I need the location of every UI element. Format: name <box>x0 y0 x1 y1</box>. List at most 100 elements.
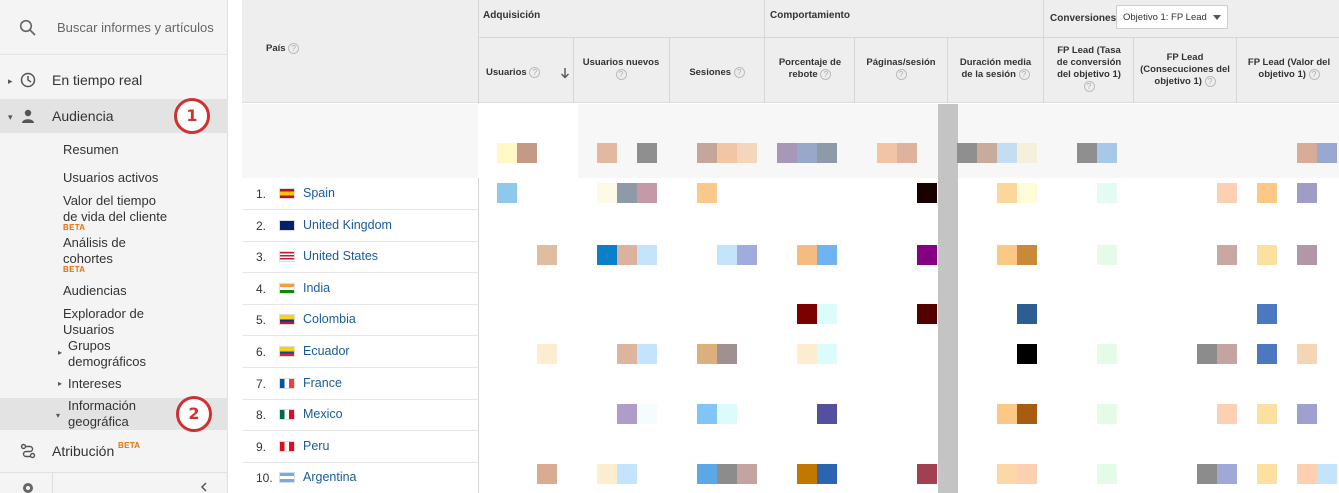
col-rebote[interactable]: Porcentaje de rebote ? <box>767 57 853 81</box>
redacted-cell <box>1297 404 1317 424</box>
col-paginas[interactable]: Páginas/sesión ? <box>856 57 946 81</box>
search-input[interactable]: Buscar informes y artículos <box>57 20 214 35</box>
sidebar-item-cohortes-line1[interactable]: Análisis de <box>63 235 126 251</box>
group-adquisicion: Adquisición <box>483 10 541 21</box>
row-number: 6. <box>256 345 267 359</box>
country-link[interactable]: France <box>303 376 342 390</box>
nav-audience-label: Audiencia <box>52 108 114 124</box>
help-icon[interactable]: ? <box>1018 69 1030 80</box>
redacted-cell <box>1257 304 1277 324</box>
col-tasa[interactable]: FP Lead (Tasa de conversión del objetivo… <box>1046 45 1132 93</box>
country-link[interactable]: United States <box>303 249 378 263</box>
goal-select[interactable]: Objetivo 1: FP Lead <box>1116 5 1228 29</box>
flag-icon <box>279 377 295 389</box>
col-duracion-label-1: Duración media <box>959 57 1032 68</box>
group-comportamiento: Comportamiento <box>770 10 850 21</box>
redacted-cell <box>597 183 617 203</box>
country-link[interactable]: Colombia <box>303 312 356 326</box>
expand-arrow-icon[interactable]: ▸ <box>58 379 62 388</box>
redacted-cell <box>637 245 657 265</box>
col-consec-label-2: (Consecuciones del <box>1140 64 1230 75</box>
help-icon[interactable]: ? <box>1308 69 1320 80</box>
redacted-cell <box>637 183 657 203</box>
col-paginas-label: Páginas/sesión <box>866 57 936 68</box>
redacted-cell <box>957 143 977 163</box>
redacted-cell <box>1217 245 1237 265</box>
nav-realtime[interactable]: ▸ En tiempo real <box>0 63 228 97</box>
row-number: 7. <box>256 376 267 391</box>
redacted-cell <box>997 464 1017 484</box>
chevron-down-icon <box>1213 15 1221 20</box>
country-link[interactable]: India <box>303 281 330 295</box>
redacted-cell <box>597 245 617 265</box>
expand-arrow-icon: ▸ <box>8 76 13 86</box>
redacted-cell <box>1017 143 1037 163</box>
redacted-cell <box>877 143 897 163</box>
redacted-cell <box>1097 404 1117 424</box>
redacted-cell <box>1017 304 1037 324</box>
sort-down-icon[interactable] <box>560 67 570 79</box>
redacted-cell <box>1097 344 1117 364</box>
help-icon[interactable]: ? <box>615 69 627 80</box>
redacted-cell <box>1317 464 1337 484</box>
group-conversiones: Conversiones <box>1050 13 1117 24</box>
country-link[interactable]: Ecuador <box>303 344 350 358</box>
country-link[interactable]: Mexico <box>303 407 343 421</box>
sidebar-item-grupos-line2[interactable]: demográficos <box>68 354 146 370</box>
col-sesiones[interactable]: Sesiones ? <box>672 67 762 79</box>
col-tasa-label-3: del objetivo 1) <box>1057 69 1121 80</box>
search-bar[interactable]: Buscar informes y artículos <box>0 0 228 55</box>
chevron-left-icon[interactable] <box>199 482 209 492</box>
sidebar-item-grupos-line1[interactable]: Grupos <box>68 338 111 354</box>
sidebar-item-resumen[interactable]: Resumen <box>63 142 119 158</box>
redacted-cell <box>737 245 757 265</box>
table-row: 5. Colombia <box>242 304 1339 335</box>
flag-icon <box>279 282 295 294</box>
redacted-cell <box>817 404 837 424</box>
collapse-arrow-icon: ▾ <box>8 112 13 122</box>
redacted-cell <box>717 344 737 364</box>
redacted-cell <box>797 344 817 364</box>
redacted-cell <box>817 344 837 364</box>
col-valor-label-2: objetivo 1) <box>1258 69 1306 81</box>
sidebar-item-intereses[interactable]: Intereses <box>68 376 121 392</box>
redacted-cell <box>597 464 617 484</box>
sidebar-item-explorador-line2[interactable]: Usuarios <box>63 322 114 338</box>
sidebar-item-usuarios-activos[interactable]: Usuarios activos <box>63 170 158 186</box>
col-duracion[interactable]: Duración media de la sesión ? <box>950 57 1041 81</box>
country-link[interactable]: Spain <box>303 186 335 200</box>
sidebar-item-valor-line1[interactable]: Valor del tiempo <box>63 193 156 209</box>
sidebar-item-geo-line1: Información <box>68 398 136 413</box>
expand-arrow-icon[interactable]: ▸ <box>58 348 62 357</box>
help-icon[interactable]: ? <box>820 69 832 80</box>
redacted-cell <box>817 143 837 163</box>
col-consec-label-3: objetivo 1) <box>1154 76 1202 88</box>
annotation-badge-1: 1 <box>174 98 210 134</box>
help-icon[interactable]: ? <box>733 67 745 78</box>
help-icon[interactable]: ? <box>895 69 907 80</box>
help-icon[interactable]: ? <box>288 43 300 54</box>
col-consecuciones[interactable]: FP Lead (Consecuciones del objetivo 1) ? <box>1135 52 1235 88</box>
gear-icon[interactable] <box>21 481 35 493</box>
country-link[interactable]: Argentina <box>303 470 357 484</box>
country-link[interactable]: Peru <box>303 439 329 453</box>
country-link[interactable]: United Kingdom <box>303 218 392 232</box>
redacted-cell <box>1217 404 1237 424</box>
col-valor-label-1: FP Lead (Valor del <box>1247 57 1331 68</box>
col-usuarios-nuevos[interactable]: Usuarios nuevos ? <box>576 57 666 81</box>
table-row: 8. Mexico <box>242 399 1339 430</box>
nav-attribution-label: Atribución <box>52 443 115 459</box>
col-usuarios[interactable]: Usuarios ? <box>486 67 572 79</box>
col-valor[interactable]: FP Lead (Valor del objetivo 1) ? <box>1239 57 1339 81</box>
col-usuarios-nuevos-label: Usuarios nuevos <box>582 57 660 68</box>
nav-attribution[interactable]: Atribución BETA <box>0 434 228 468</box>
help-icon[interactable]: ? <box>1083 81 1095 92</box>
help-icon[interactable]: ? <box>1204 76 1216 87</box>
help-icon[interactable]: ? <box>529 67 541 78</box>
sidebar-item-audiencias[interactable]: Audiencias <box>63 283 127 299</box>
totals-row <box>242 104 1339 178</box>
dimension-header[interactable]: País ? <box>266 43 300 55</box>
beta-badge-valor: BETA <box>63 223 86 232</box>
sidebar-item-explorador-line1[interactable]: Explorador de <box>63 306 144 322</box>
scroll-separator[interactable] <box>938 104 958 493</box>
